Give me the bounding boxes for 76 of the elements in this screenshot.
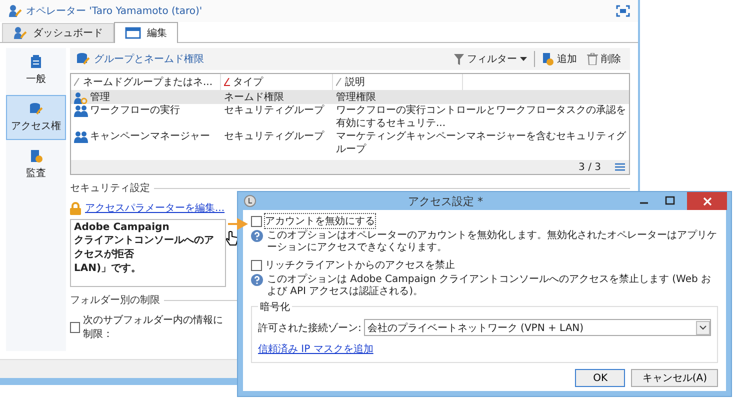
- close-icon: [702, 196, 712, 206]
- section-heading: フォルダー別の制限: [70, 294, 160, 307]
- menu-icon[interactable]: [615, 163, 625, 171]
- table-row[interactable]: ワークフローの実行 セキュリティグループ ワークフローの実行コントロールとワークフロータスクの承認を有効にするセキュリテ...: [71, 104, 629, 130]
- tab[interactable]: ダッシュボード: [2, 23, 114, 42]
- table-cell-text: マーケティングキャンペーンマネージャーを含むセキュリティグループ: [336, 130, 627, 156]
- checkbox[interactable]: [251, 216, 262, 226]
- close-button[interactable]: [687, 192, 727, 210]
- group-icon: [74, 104, 88, 116]
- cancel-button[interactable]: キャンセル(A): [631, 369, 718, 387]
- sidebar-item[interactable]: アクセス権: [6, 95, 66, 140]
- zone-dropdown[interactable]: 会社のプライベートネットワーク (VPN + LAN): [364, 319, 711, 336]
- record-count: 3 / 3: [578, 162, 601, 172]
- table-cell: ワークフローの実行: [90, 104, 180, 117]
- description-text: LAN)」です。: [74, 262, 142, 275]
- window-title: オペレーター 'Taro Yamamoto (taro)': [26, 5, 202, 18]
- field-label: 許可された接続ゾーン:: [258, 322, 362, 334]
- sidebar-item[interactable]: 一般: [6, 48, 66, 93]
- clipboard-icon: [30, 55, 42, 69]
- padlock-icon: [70, 202, 81, 214]
- user-icon: [8, 4, 22, 18]
- toolbar-title: グループとネームド権限: [94, 52, 204, 66]
- tab[interactable]: 編集: [114, 22, 178, 43]
- maximize-icon[interactable]: [665, 196, 675, 206]
- window-icon: [125, 27, 141, 39]
- app-icon: [244, 195, 256, 207]
- table-cell: セキュリティグループ: [224, 130, 324, 143]
- dialog-title: アクセス設定 *: [407, 194, 484, 208]
- checkbox-label: 次のサブフォルダー内の情報に制限：: [82, 314, 224, 341]
- checkbox[interactable]: [70, 322, 80, 332]
- help-icon: [251, 274, 263, 286]
- chevron-down-icon: [696, 320, 710, 334]
- filter-button[interactable]: フィルター: [451, 52, 530, 66]
- add-ip-mask-link[interactable]: 信頼済み IP マスクを追加: [258, 344, 374, 355]
- table-cell: 管理権限: [336, 91, 376, 104]
- sidebar-item[interactable]: 監査: [6, 142, 66, 187]
- document-icon: [542, 52, 554, 66]
- section-heading: セキュリティ設定: [70, 182, 150, 195]
- callout-arrow: [228, 218, 248, 230]
- group-heading: 暗号化: [258, 300, 292, 314]
- group-icon: [74, 130, 88, 142]
- column-header[interactable]: タイプ: [221, 74, 333, 90]
- checkbox[interactable]: [251, 260, 262, 270]
- checkbox-label: アカウントを無効にする: [265, 214, 375, 228]
- hand-cursor-icon: [226, 231, 238, 246]
- column-header[interactable]: ネームドグループまたはネ...: [71, 74, 221, 90]
- database-icon: [76, 52, 90, 66]
- maximize-icon[interactable]: [616, 5, 630, 17]
- sort-icon: [224, 78, 230, 86]
- checkbox-label: リッチクライアントからのアクセスを禁止: [265, 258, 455, 272]
- document-icon: [29, 149, 43, 163]
- description-text: Adobe Campaign: [74, 222, 170, 233]
- trash-icon: [587, 53, 598, 65]
- help-icon: [251, 230, 263, 242]
- ok-button[interactable]: OK: [575, 369, 626, 387]
- column-header[interactable]: 説明: [333, 74, 463, 90]
- user-key-icon: [74, 92, 88, 104]
- table-cell: キャンペーンマネージャー: [90, 130, 210, 143]
- filter-icon: [454, 54, 464, 64]
- database-icon: [29, 102, 43, 116]
- delete-button[interactable]: 削除: [584, 52, 624, 66]
- add-button[interactable]: 追加: [539, 52, 580, 66]
- user-icon: [13, 26, 27, 40]
- table-row[interactable]: 管理 ネームド権限 管理権限: [71, 91, 629, 104]
- sort-icon: [74, 78, 80, 86]
- help-text: このオプションは Adobe Campaign クライアントコンソールへのアクセスを禁止します (Web および API アクセスは認証される)。: [267, 274, 712, 298]
- edit-access-link[interactable]: アクセスパラメーターを編集...: [85, 201, 225, 215]
- table-cell: 管理: [90, 91, 110, 104]
- table-cell: セキュリティグループ: [224, 104, 324, 117]
- help-text: このオプションはオペレーターのアカウントを無効化します。無効化されたオペレーターはアプリケーションにアクセスできなくなります。: [267, 230, 718, 254]
- description-text: クライアントコンソールへのアクセスが拒否: [74, 234, 215, 261]
- caret-icon: [520, 57, 527, 61]
- table-cell-text: ワークフローの実行コントロールとワークフロータスクの承認を有効にするセキュリテ...: [336, 104, 627, 130]
- table-cell: ネームド権限: [224, 91, 284, 104]
- sort-icon: [336, 78, 342, 86]
- table-row[interactable]: キャンペーンマネージャー セキュリティグループ マーケティングキャンペーンマネージャーを含むセキュリティグループ: [71, 130, 629, 156]
